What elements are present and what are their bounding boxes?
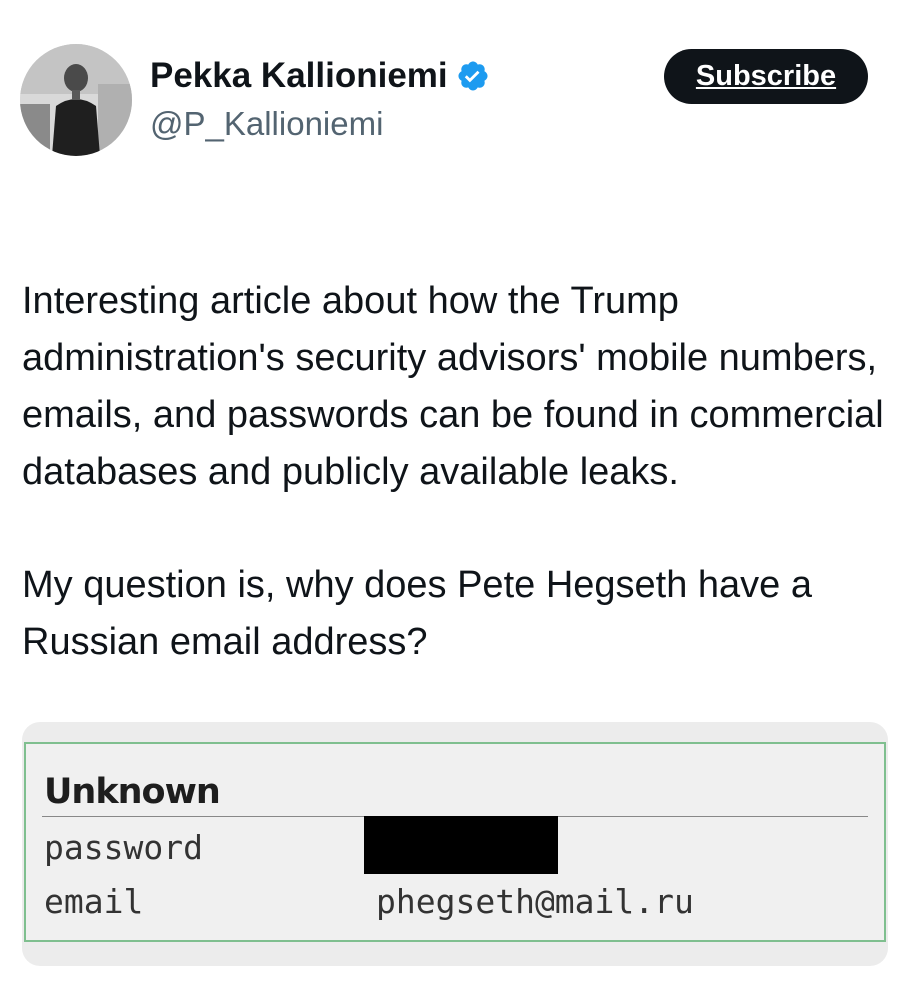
tweet-body: Interesting article about how the Trump … [22, 216, 892, 558]
leak-record-heading: Unknown [44, 772, 221, 812]
subscribe-button[interactable]: Subscribe [664, 49, 868, 104]
author-name[interactable]: Pekka Kallioniemi [150, 56, 490, 96]
leak-field-label: email [44, 882, 144, 921]
leak-record-table: Unknown password email phegseth@mail.ru [24, 742, 886, 942]
avatar-photo [20, 44, 132, 156]
attached-image[interactable]: Unknown password email phegseth@mail.ru [22, 722, 888, 966]
leak-field-value: phegseth@mail.ru [376, 882, 694, 921]
leak-field-label: password [44, 828, 203, 867]
redaction-block [364, 816, 558, 874]
tweet-paragraph: My question is, why does Pete Hegseth ha… [22, 564, 813, 663]
tweet-paragraph: Interesting article about how the Trump … [22, 280, 884, 493]
verified-badge-icon[interactable] [456, 59, 490, 93]
avatar[interactable] [20, 44, 132, 156]
author-name-text: Pekka Kallioniemi [150, 56, 448, 95]
author-handle[interactable]: @P_Kallioniemi [150, 104, 383, 144]
